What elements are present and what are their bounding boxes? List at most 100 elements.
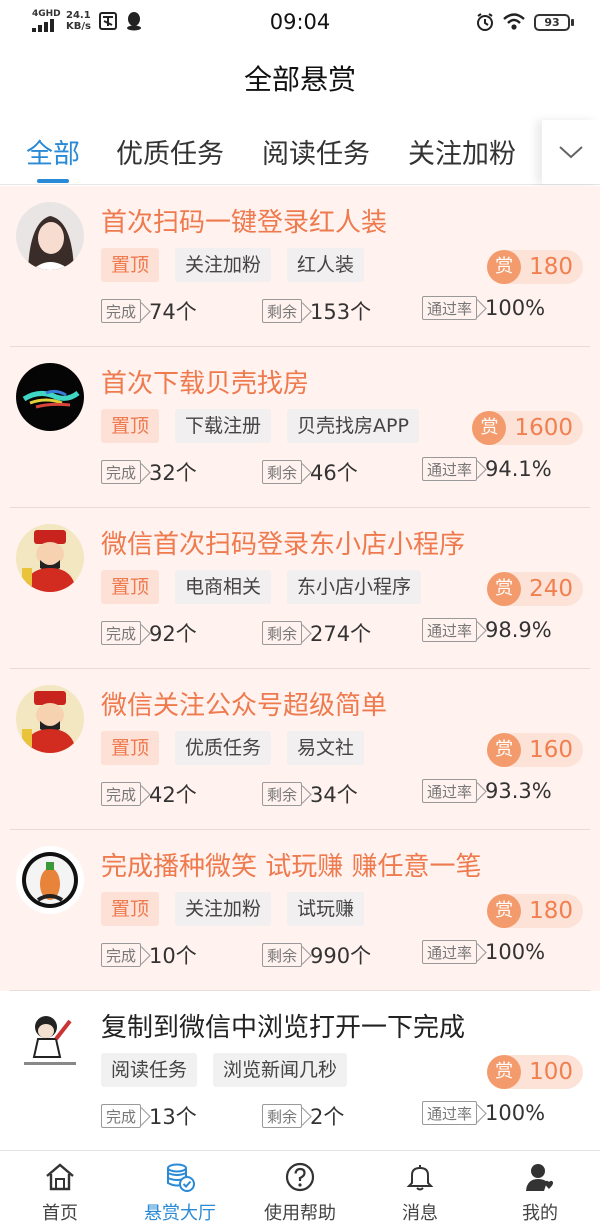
completed-stat: 完成 10个 <box>101 940 197 970</box>
tab-all[interactable]: 全部 <box>26 132 80 171</box>
task-tags: 置顶 优质任务 易文社 <box>101 731 365 765</box>
completed-stat: 完成 74个 <box>101 296 197 326</box>
task-tag: 下载注册 <box>175 409 272 443</box>
task-title: 复制到微信中浏览打开一下完成 <box>101 1013 466 1043</box>
task-tags: 置顶 关注加粉 红人装 <box>101 248 365 282</box>
status-bar: 4GHD 24.1 KB/s 09:04 93 <box>0 0 600 48</box>
task-tag: 试玩赚 <box>287 892 365 926</box>
task-tag: 浏览新闻几秒 <box>213 1053 348 1087</box>
task-tag: 电商相关 <box>175 570 272 604</box>
reward-amount: 240 <box>529 576 573 602</box>
active-tab-indicator <box>37 179 69 183</box>
task-tags: 阅读任务 浏览新闻几秒 <box>101 1053 348 1087</box>
remaining-stat: 剩余 46个 <box>262 457 358 487</box>
remaining-stat: 剩余 153个 <box>262 296 371 326</box>
profile-icon <box>526 1164 554 1191</box>
chevron-down-icon <box>559 146 583 159</box>
bell-icon <box>406 1165 434 1191</box>
reward-badge: 赏 1600 <box>472 411 583 445</box>
task-tag: 关注加粉 <box>175 248 272 282</box>
wifi-icon <box>503 13 525 30</box>
task-tag: 关注加粉 <box>175 892 272 926</box>
reward-badge: 赏 180 <box>487 250 583 284</box>
avatar <box>16 363 84 431</box>
category-tabs: 全部 优质任务 阅读任务 关注加粉 <box>0 120 600 185</box>
pinned-badge: 置顶 <box>101 570 160 604</box>
pinned-badge: 置顶 <box>101 892 160 926</box>
task-title: 完成播种微笑 试玩赚 赚任意一笔 <box>101 852 482 882</box>
task-title: 微信首次扫码登录东小店小程序 <box>101 530 466 560</box>
reward-icon: 赏 <box>487 733 522 767</box>
reward-icon: 赏 <box>472 411 507 445</box>
remaining-stat: 剩余 990个 <box>262 940 371 970</box>
reward-amount: 180 <box>529 254 573 280</box>
task-card[interactable]: 首次下载贝壳找房 置顶 下载注册 贝壳找房APP 赏 1600 完成 32个 剩余… <box>0 347 600 508</box>
task-list: 首次扫码一键登录红人装 置顶 关注加粉 红人装 赏 180 完成 74个 剩余 15… <box>0 186 600 1152</box>
nav-home[interactable]: 首页 <box>0 1151 120 1231</box>
task-tag: 易文社 <box>287 731 365 765</box>
task-tag: 贝壳找房APP <box>287 409 419 443</box>
pass-rate-stat: 通过率 100% <box>422 296 545 320</box>
pinned-badge: 置顶 <box>101 248 160 282</box>
task-tags: 置顶 下载注册 贝壳找房APP <box>101 409 419 443</box>
avatar <box>16 202 84 270</box>
task-card[interactable]: 微信首次扫码登录东小店小程序 置顶 电商相关 东小店小程序 赏 240 完成 92… <box>0 508 600 669</box>
tab-reading-tasks[interactable]: 阅读任务 <box>262 132 370 171</box>
completed-stat: 完成 13个 <box>101 1101 197 1131</box>
task-tag: 阅读任务 <box>101 1053 198 1087</box>
completed-stat: 完成 32个 <box>101 457 197 487</box>
task-tag: 东小店小程序 <box>287 570 422 604</box>
reward-badge: 赏 180 <box>487 894 583 928</box>
nav-help[interactable]: 使用帮助 <box>240 1151 360 1231</box>
task-tag: 红人装 <box>287 248 365 282</box>
pass-rate-stat: 通过率 93.3% <box>422 779 552 803</box>
task-tags: 置顶 电商相关 东小店小程序 <box>101 570 422 604</box>
pass-rate-stat: 通过率 100% <box>422 940 545 964</box>
task-tags: 置顶 关注加粉 试玩赚 <box>101 892 365 926</box>
avatar <box>16 846 84 914</box>
reward-icon: 赏 <box>487 250 522 284</box>
avatar <box>16 524 84 592</box>
task-card[interactable]: 完成播种微笑 试玩赚 赚任意一笔 置顶 关注加粉 试玩赚 赏 180 完成 10个… <box>0 830 600 991</box>
help-icon <box>285 1162 315 1192</box>
battery-icon: 93 <box>534 13 574 31</box>
page-title: 全部悬赏 <box>243 63 356 96</box>
reward-badge: 赏 240 <box>487 572 583 606</box>
task-tag: 优质任务 <box>175 731 272 765</box>
task-card[interactable]: 首次扫码一键登录红人装 置顶 关注加粉 红人装 赏 180 完成 74个 剩余 15… <box>0 186 600 347</box>
completed-stat: 完成 42个 <box>101 779 197 809</box>
tab-quality-tasks[interactable]: 优质任务 <box>116 132 224 171</box>
tab-follow-fans[interactable]: 关注加粉 <box>408 132 516 171</box>
task-title: 首次扫码一键登录红人装 <box>101 208 388 238</box>
reward-badge: 赏 160 <box>487 733 583 767</box>
reward-icon: 赏 <box>487 1055 522 1089</box>
expand-tabs-button[interactable] <box>542 120 600 184</box>
task-title: 首次下载贝壳找房 <box>101 369 310 399</box>
reward-hall-icon <box>167 1163 195 1192</box>
pass-rate-stat: 通过率 100% <box>422 1101 545 1125</box>
reward-amount: 1600 <box>514 415 573 441</box>
home-icon <box>46 1163 74 1191</box>
remaining-stat: 剩余 2个 <box>262 1101 344 1131</box>
reward-amount: 100 <box>529 1059 573 1085</box>
task-title: 微信关注公众号超级简单 <box>101 691 388 721</box>
nav-reward-hall[interactable]: 悬赏大厅 <box>120 1151 240 1231</box>
reward-icon: 赏 <box>487 572 522 606</box>
avatar <box>16 1007 84 1075</box>
nav-messages[interactable]: 消息 <box>360 1151 480 1231</box>
pass-rate-stat: 通过率 98.9% <box>422 618 552 642</box>
pass-rate-stat: 通过率 94.1% <box>422 457 552 481</box>
remaining-stat: 剩余 34个 <box>262 779 358 809</box>
reward-amount: 160 <box>529 737 573 763</box>
task-card[interactable]: 微信关注公众号超级简单 置顶 优质任务 易文社 赏 160 完成 42个 剩余 34… <box>0 669 600 830</box>
reward-badge: 赏 100 <box>487 1055 583 1089</box>
pinned-badge: 置顶 <box>101 409 160 443</box>
remaining-stat: 剩余 274个 <box>262 618 371 648</box>
pinned-badge: 置顶 <box>101 731 160 765</box>
alarm-icon <box>477 13 493 31</box>
reward-amount: 180 <box>529 898 573 924</box>
bottom-nav: 首页 悬赏大厅 使用帮助 消息 我的 <box>0 1150 600 1231</box>
avatar <box>16 685 84 753</box>
nav-profile[interactable]: 我的 <box>480 1151 600 1231</box>
task-card[interactable]: 复制到微信中浏览打开一下完成 阅读任务 浏览新闻几秒 赏 100 完成 13个 剩… <box>0 991 600 1152</box>
